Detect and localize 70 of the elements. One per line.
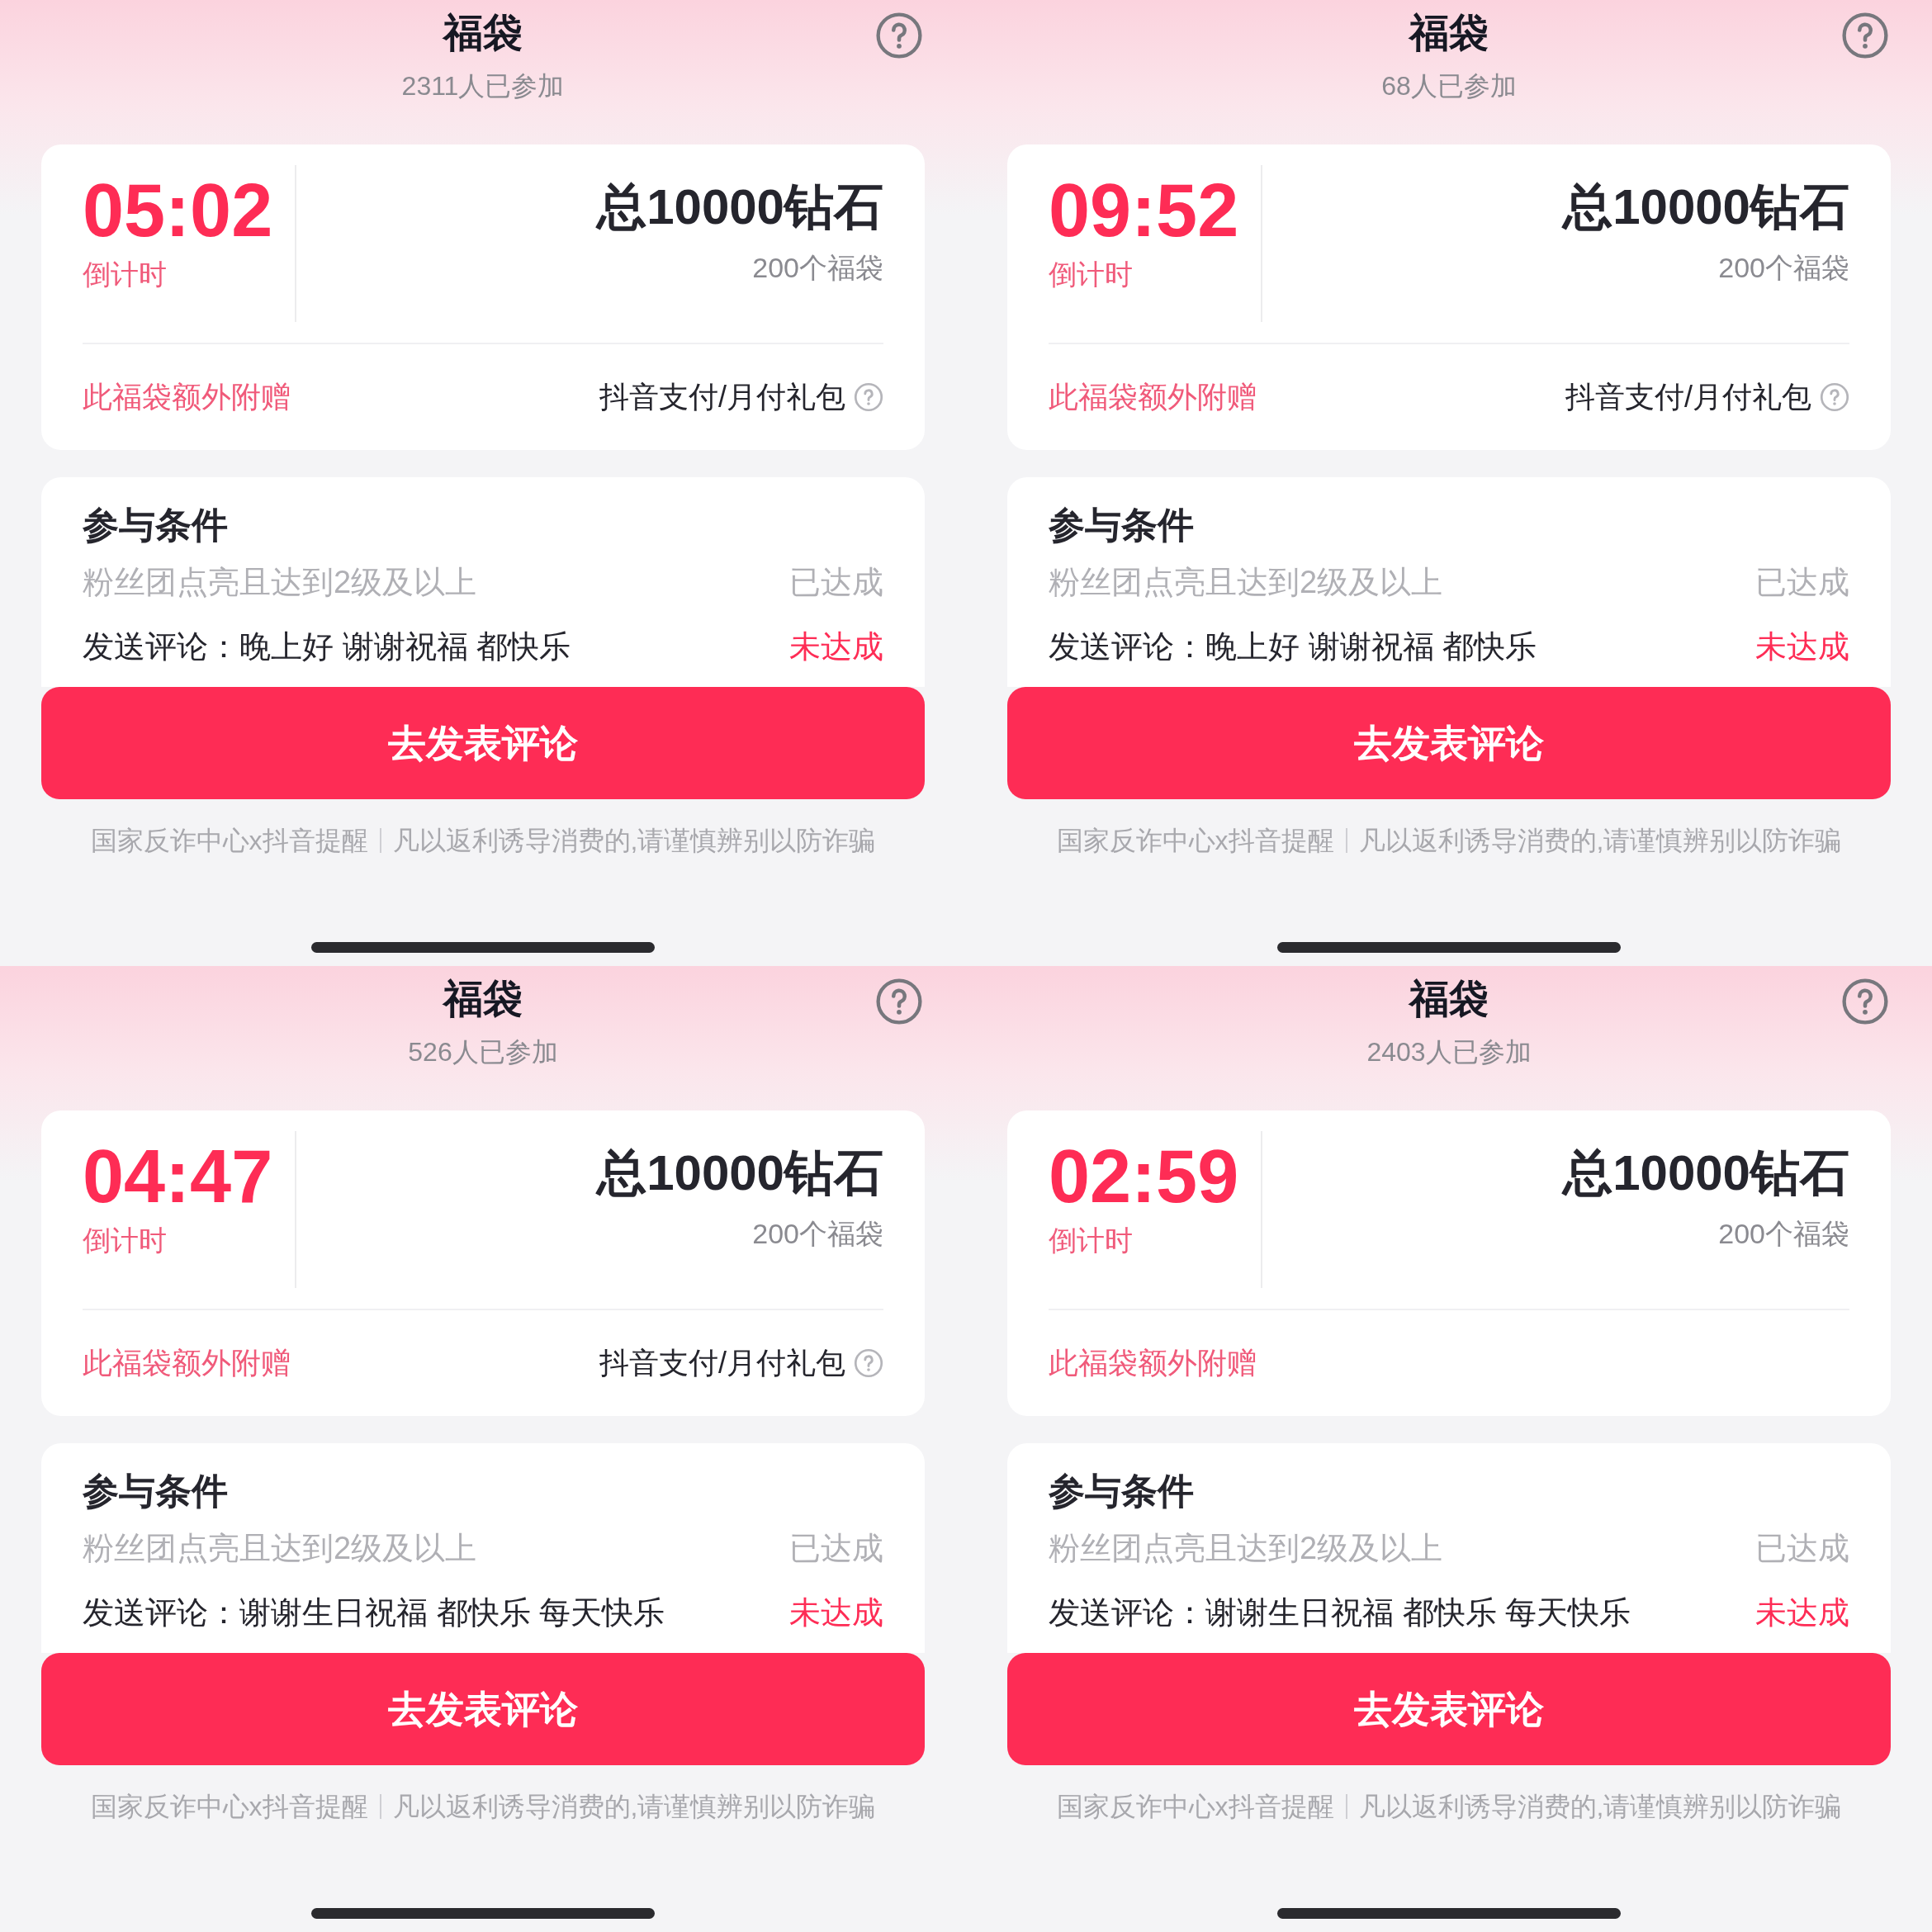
panel-title: 福袋 (1409, 976, 1489, 1022)
condition-status: 未达成 (1755, 628, 1849, 665)
fraud-warning: 凡以返利诱导消费的,请谨慎辨别以防诈骗 (1358, 825, 1842, 857)
bonus-label: 此福袋额外附赠 (83, 1345, 291, 1381)
condition-text: 发送评论：晚上好 谢谢祝福 都快乐 (1049, 628, 1537, 665)
condition-status: 已达成 (1755, 1530, 1849, 1567)
condition-text: 粉丝团点亮且达到2级及以上 (1049, 1530, 1443, 1567)
condition-status: 已达成 (789, 1530, 883, 1567)
fraud-warning: 国家反诈中心x抖音提醒 (90, 1791, 368, 1823)
condition-status: 未达成 (789, 628, 883, 665)
fraud-warning: 凡以返利诱导消费的,请谨慎辨别以防诈骗 (392, 1791, 876, 1823)
bonus-label: 此福袋额外附赠 (1049, 379, 1257, 415)
conditions-title: 参与条件 (83, 504, 229, 547)
condition-status: 已达成 (789, 564, 883, 601)
comment-button[interactable]: 去发表评论 (1007, 1653, 1891, 1765)
countdown-label: 倒计时 (83, 1224, 168, 1257)
participant-count: 2403人已参加 (1366, 1036, 1532, 1068)
help-icon[interactable] (875, 12, 923, 59)
help-icon[interactable] (875, 978, 923, 1025)
info-icon[interactable] (854, 382, 883, 412)
condition-text: 粉丝团点亮且达到2级及以上 (83, 1530, 477, 1567)
condition-text: 粉丝团点亮且达到2级及以上 (83, 564, 477, 601)
fraud-warning: 凡以返利诱导消费的,请谨慎辨别以防诈骗 (392, 825, 876, 857)
info-icon[interactable] (854, 1348, 883, 1378)
countdown-timer: 04:47 (83, 1135, 274, 1218)
total-diamonds: 总10000钻石 (597, 174, 883, 240)
condition-text: 发送评论：谢谢生日祝福 都快乐 每天快乐 (83, 1594, 665, 1631)
fraud-warning: 国家反诈中心x抖音提醒 (1056, 825, 1334, 857)
bag-count: 200个福袋 (752, 251, 883, 285)
bonus-label: 此福袋额外附赠 (83, 379, 291, 415)
countdown-label: 倒计时 (1049, 1224, 1134, 1257)
condition-text: 发送评论：谢谢生日祝福 都快乐 每天快乐 (1049, 1594, 1631, 1631)
panel-title: 福袋 (443, 10, 523, 56)
total-diamonds: 总10000钻石 (1563, 1140, 1849, 1206)
conditions-title: 参与条件 (1049, 504, 1195, 547)
countdown-timer: 09:52 (1049, 169, 1240, 252)
gift-name: 抖音支付/月付礼包 (599, 379, 845, 415)
condition-status: 未达成 (789, 1594, 883, 1631)
bag-count: 200个福袋 (1718, 1217, 1849, 1251)
gift-name: 抖音支付/月付礼包 (1565, 379, 1811, 415)
comment-button[interactable]: 去发表评论 (41, 687, 925, 799)
bag-count: 200个福袋 (1718, 251, 1849, 285)
countdown-timer: 05:02 (83, 169, 274, 252)
total-diamonds: 总10000钻石 (1563, 174, 1849, 240)
countdown-label: 倒计时 (1049, 258, 1134, 291)
participant-count: 68人已参加 (1381, 70, 1517, 102)
fraud-warning: 国家反诈中心x抖音提醒 (90, 825, 368, 857)
panel-title: 福袋 (1409, 10, 1489, 56)
bag-count: 200个福袋 (752, 1217, 883, 1251)
conditions-title: 参与条件 (1049, 1470, 1195, 1513)
comment-button[interactable]: 去发表评论 (1007, 687, 1891, 799)
condition-text: 发送评论：晚上好 谢谢祝福 都快乐 (83, 628, 571, 665)
countdown-label: 倒计时 (83, 258, 168, 291)
condition-status: 未达成 (1755, 1594, 1849, 1631)
gift-name: 抖音支付/月付礼包 (599, 1345, 845, 1381)
fraud-warning: 国家反诈中心x抖音提醒 (1056, 1791, 1334, 1823)
panel-title: 福袋 (443, 976, 523, 1022)
comment-button[interactable]: 去发表评论 (41, 1653, 925, 1765)
participant-count: 526人已参加 (408, 1036, 558, 1068)
fraud-warning: 凡以返利诱导消费的,请谨慎辨别以防诈骗 (1358, 1791, 1842, 1823)
help-icon[interactable] (1841, 978, 1889, 1025)
participant-count: 2311人已参加 (401, 70, 565, 102)
bonus-label: 此福袋额外附赠 (1049, 1345, 1257, 1381)
condition-status: 已达成 (1755, 564, 1849, 601)
help-icon[interactable] (1841, 12, 1889, 59)
condition-text: 粉丝团点亮且达到2级及以上 (1049, 564, 1443, 601)
conditions-title: 参与条件 (83, 1470, 229, 1513)
countdown-timer: 02:59 (1049, 1135, 1240, 1218)
total-diamonds: 总10000钻石 (597, 1140, 883, 1206)
info-icon[interactable] (1820, 382, 1849, 412)
